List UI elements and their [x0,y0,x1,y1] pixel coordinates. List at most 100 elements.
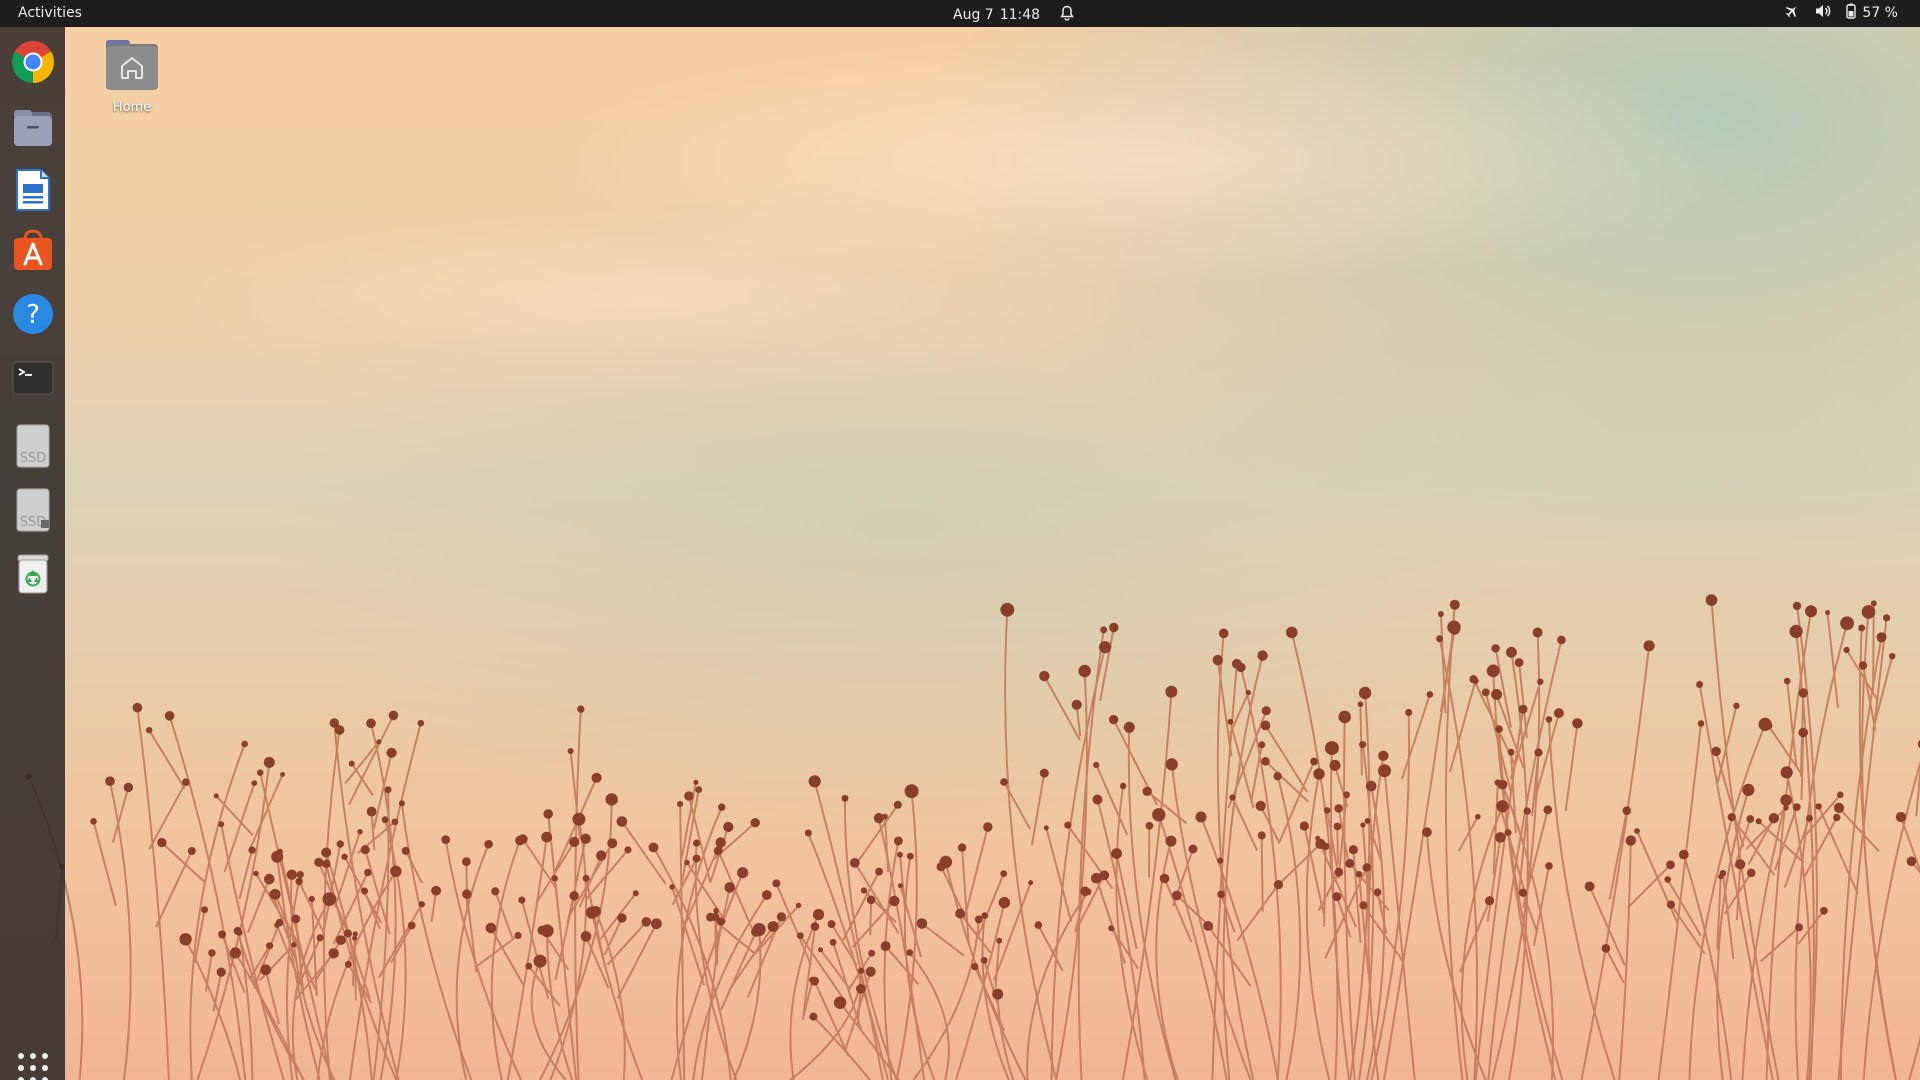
wallpaper-flower-head [1323,807,1331,814]
dock-writer-button[interactable] [10,167,56,213]
wallpaper-flower-head [1666,860,1675,870]
wallpaper-flower-head [723,821,734,833]
dock-trash-button[interactable] [10,551,56,597]
wallpaper-flower-head [906,949,914,956]
wallpaper-flower-head [1557,635,1566,645]
wallpaper-flower-head [1678,849,1689,860]
wallpaper-stem [196,762,271,1080]
wallpaper-flower-head [1111,848,1122,859]
wallpaper-flower-head [525,962,533,970]
wallpaper-flower-head [462,889,472,899]
wallpaper-flower-head [1039,768,1049,778]
wallpaper-flower-head [936,862,946,872]
wallpaper-flower-head [1078,664,1091,678]
wallpaper-branch [1280,843,1322,884]
wallpaper-flower-head [860,887,868,894]
wallpaper-branch [843,971,872,1052]
wallpaper-flower-head [1543,805,1553,815]
wallpaper-flower-head [713,907,719,914]
wallpaper-branch [1915,764,1920,817]
wallpaper-flower-head [632,890,639,897]
wallpaper-flower-head [695,786,703,793]
wallpaper-flower-head [1622,806,1632,815]
wallpaper-flower-head [1034,921,1043,929]
wallpaper-flower-head [1833,802,1845,814]
wallpaper-branch [869,899,873,936]
wallpaper-branch [1721,873,1735,959]
wallpaper-flower-head [1837,791,1844,799]
wallpaper-flower-head [1099,641,1112,654]
wallpaper-flower-head [260,964,272,976]
wallpaper-flower-head [431,885,441,896]
wallpaper-flower-head [1481,688,1490,697]
system-tray[interactable]: 57 % [1784,3,1898,23]
wallpaper-flower-head [218,930,227,939]
wallpaper-flower-head [1733,702,1740,709]
dock-software-button[interactable] [10,228,56,274]
wallpaper-flower-head [1405,708,1413,717]
wallpaper-flower-head [724,882,735,893]
wallpaper-flower-head [1840,616,1854,631]
wallpaper-flower-head [291,942,297,948]
wallpaper-flower-head [329,718,339,728]
wallpaper-flower-head [1780,794,1792,806]
wallpaper-flower-head [776,912,787,922]
wallpaper-flower-head [596,850,607,861]
wallpaper-flower-head [1273,880,1283,890]
wallpaper-branch [1760,926,1800,963]
wallpaper-flower-head [648,842,659,853]
wallpaper-flower-head [827,920,836,929]
wallpaper-flower-head [1858,661,1868,670]
dock-ssd-drive-2-button[interactable]: SSD [10,487,56,533]
wallpaper-branch [148,729,186,790]
activities-button[interactable]: Activities [18,5,82,21]
wallpaper-flower-head [880,941,891,952]
wallpaper-flower-head [795,902,802,909]
wallpaper-stem [1055,670,1088,1080]
wallpaper-flower-head [833,996,847,1009]
wallpaper-branch [1605,947,1625,984]
wallpaper-flower-head [1108,714,1119,725]
wallpaper-flower-head [1518,888,1528,897]
wallpaper-stem [1548,719,1616,1080]
wallpaper-flower-head [616,816,628,827]
wallpaper-flower-head [1217,857,1224,864]
wallpaper-flower-head [617,913,627,923]
wallpaper-branch [606,921,648,966]
wallpaper-branch [1359,704,1363,776]
wallpaper-flower-head [567,748,574,754]
wallpaper-branch [616,923,658,999]
wallpaper-flower-head [1792,601,1802,611]
wallpaper-flower-head [1378,764,1391,778]
wallpaper-flower-head [1172,890,1182,901]
dock-files-button[interactable] [10,105,56,151]
wallpaper-flower-head [551,875,558,882]
wallpaper-flower-head [328,948,339,959]
desktop-home-icon[interactable]: Home [96,36,168,115]
dock-chrome-button[interactable] [10,39,56,85]
dock-help-button[interactable]: ? [10,291,56,337]
wallpaper-flower-head [361,887,368,895]
wallpaper-branch [390,925,413,964]
wallpaper-flower-head [897,851,903,858]
wallpaper-flower-head [364,868,372,877]
show-applications-button[interactable] [18,1053,48,1080]
wallpaper-flower-head [543,809,553,819]
wallpaper-flower-head [1286,626,1298,639]
dock-ssd-drive-1-button[interactable]: SSD [10,423,56,469]
dock-terminal-button[interactable] [10,355,56,401]
wallpaper-flower-head [1165,835,1177,847]
wallpaper-flower-head [1355,871,1363,878]
wallpaper-flower-head [893,836,903,846]
wallpaper-flower-head [1195,811,1207,823]
wallpaper-branch [819,949,851,990]
wallpaper-dried-flowers [25,594,1920,1080]
wallpaper-flower-head [1889,653,1896,660]
wallpaper-flower-head [1165,758,1178,771]
clock-button[interactable]: Aug 7 11:48 [953,5,1074,25]
wallpaper-stem [1460,805,1504,1080]
wallpaper-branch [1588,885,1626,966]
wallpaper-stem [1200,816,1279,1080]
wallpaper-branch [964,826,989,916]
wallpaper-flower-head [1093,761,1100,769]
